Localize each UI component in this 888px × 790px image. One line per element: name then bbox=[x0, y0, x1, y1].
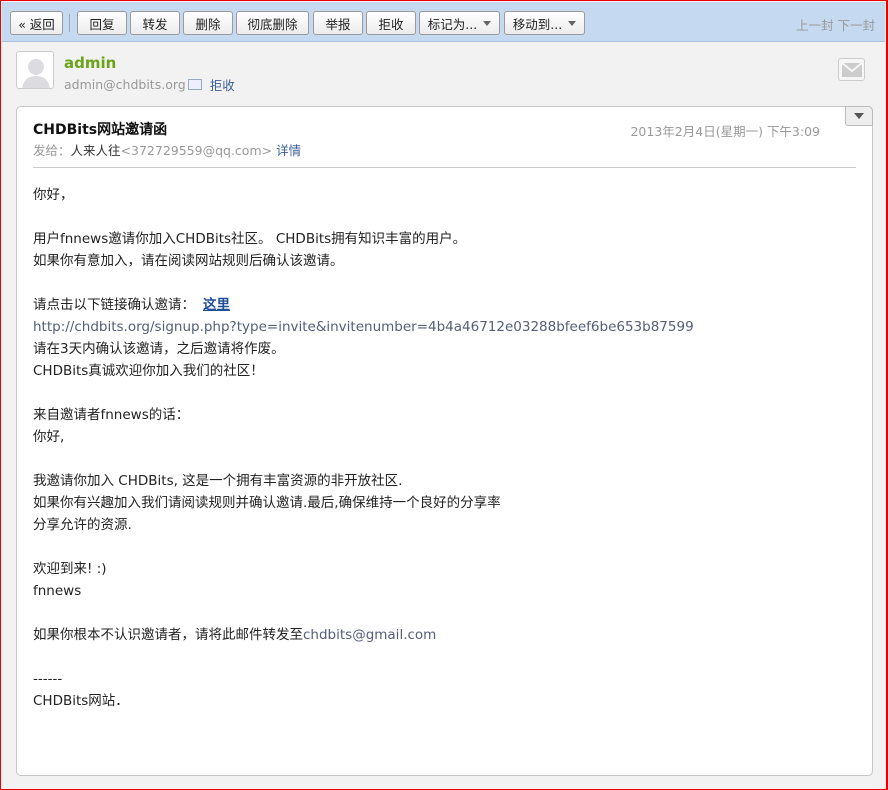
chevron-down-icon bbox=[568, 20, 577, 26]
chevron-down-icon bbox=[483, 20, 492, 26]
purge-button[interactable]: 彻底删除 bbox=[236, 11, 309, 35]
body-line: 如果你根本不认识邀请者，请将此邮件转发至chdbits@gmail.com bbox=[33, 624, 694, 646]
body-line: 你好, bbox=[33, 429, 65, 445]
report-button[interactable]: 举报 bbox=[313, 11, 363, 35]
body-line: ------ bbox=[33, 671, 63, 687]
body-line: CHDBits网站． bbox=[33, 693, 129, 709]
body-line: 你好， bbox=[33, 187, 74, 203]
reject-button[interactable]: 拒收 bbox=[366, 11, 416, 35]
sender-address-row: admin@chdbits.org 拒收 bbox=[64, 75, 235, 94]
reply-button[interactable]: 回复 bbox=[77, 11, 127, 35]
message-body: 你好， 用户fnnews邀请你加入CHDBits社区。 CHDBits拥有知识丰… bbox=[33, 184, 694, 712]
recipient-row: 发给：人来人往<372729559@qq.com> 详情 bbox=[33, 140, 301, 159]
mark-as-dropdown[interactable]: 标记为... bbox=[419, 11, 500, 35]
body-line: 欢迎到来! :) bbox=[33, 561, 107, 577]
message-date: 2013年2月4日(星期一) 下午3:09 bbox=[630, 124, 820, 139]
move-to-label: 移动到... bbox=[512, 16, 563, 32]
body-line: 用户fnnews邀请你加入CHDBits社区。 CHDBits拥有知识丰富的用户… bbox=[33, 231, 467, 247]
message-options-button[interactable] bbox=[845, 106, 873, 126]
reject-sender-link[interactable]: 拒收 bbox=[210, 75, 235, 94]
signup-url-link[interactable]: http://chdbits.org/signup.php?type=invit… bbox=[33, 316, 694, 338]
body-line: 来自邀请者fnnews的话： bbox=[33, 407, 190, 423]
body-line: 如果你有意加入，请在阅读网站规则后确认该邀请。 bbox=[33, 253, 344, 269]
message-card: CHDBits网站邀请函 2013年2月4日(星期一) 下午3:09 发给：人来… bbox=[16, 106, 873, 776]
body-line: fnnews bbox=[33, 583, 82, 599]
message-nav: 上一封 下一封 bbox=[792, 15, 875, 34]
body-line: 我邀请你加入 CHDBits, 这是一个拥有丰富资源的非开放社区. bbox=[33, 473, 403, 489]
sender-name[interactable]: admin bbox=[64, 54, 116, 72]
message-subject: CHDBits网站邀请函 bbox=[33, 122, 168, 138]
sender-email: admin@chdbits.org bbox=[64, 77, 186, 92]
mark-as-label: 标记为... bbox=[427, 16, 478, 32]
mail-reader: « 返回 回复 转发 删除 彻底删除 举报 拒收 标记为... 移动到... 上… bbox=[0, 0, 888, 790]
confirm-here-link[interactable]: 这里 bbox=[203, 297, 230, 313]
toolbar-divider bbox=[69, 14, 70, 32]
chevron-down-icon bbox=[854, 113, 864, 119]
mail-envelope-button[interactable] bbox=[838, 58, 865, 81]
body-line: 请点击以下链接确认邀请： 这里 bbox=[33, 294, 694, 316]
forward-instruction: 如果你根本不认识邀请者，请将此邮件转发至 bbox=[33, 627, 303, 643]
avatar bbox=[16, 51, 54, 89]
body-line: 如果你有兴趣加入我们请阅读规则并确认邀请.最后,确保维持一个良好的分享率 bbox=[33, 495, 501, 511]
prev-message-link[interactable]: 上一封 bbox=[796, 18, 834, 33]
envelope-icon bbox=[841, 62, 862, 77]
confirm-prompt: 请点击以下链接确认邀请： bbox=[33, 297, 195, 313]
divider bbox=[33, 167, 856, 168]
to-label: 发给： bbox=[33, 143, 71, 158]
forward-email-link[interactable]: chdbits@gmail.com bbox=[303, 627, 436, 643]
delete-button[interactable]: 删除 bbox=[183, 11, 233, 35]
recipient-email: <372729559@qq.com> bbox=[120, 143, 273, 158]
body-line: 分享允许的资源. bbox=[33, 517, 132, 533]
details-link[interactable]: 详情 bbox=[276, 143, 301, 158]
body-line: CHDBits真诚欢迎你加入我们的社区！ bbox=[33, 363, 264, 379]
toolbar: « 返回 回复 转发 删除 彻底删除 举报 拒收 标记为... 移动到... 上… bbox=[2, 2, 885, 42]
next-message-link[interactable]: 下一封 bbox=[837, 18, 875, 33]
user-silhouette-icon bbox=[22, 59, 50, 88]
body-line: 请在3天内确认该邀请，之后邀请将作废。 bbox=[33, 341, 285, 357]
contact-card-icon[interactable] bbox=[187, 79, 202, 90]
forward-button[interactable]: 转发 bbox=[130, 11, 180, 35]
back-button[interactable]: « 返回 bbox=[10, 11, 63, 35]
recipient-name: 人来人往 bbox=[70, 143, 121, 158]
move-to-dropdown[interactable]: 移动到... bbox=[504, 11, 585, 35]
